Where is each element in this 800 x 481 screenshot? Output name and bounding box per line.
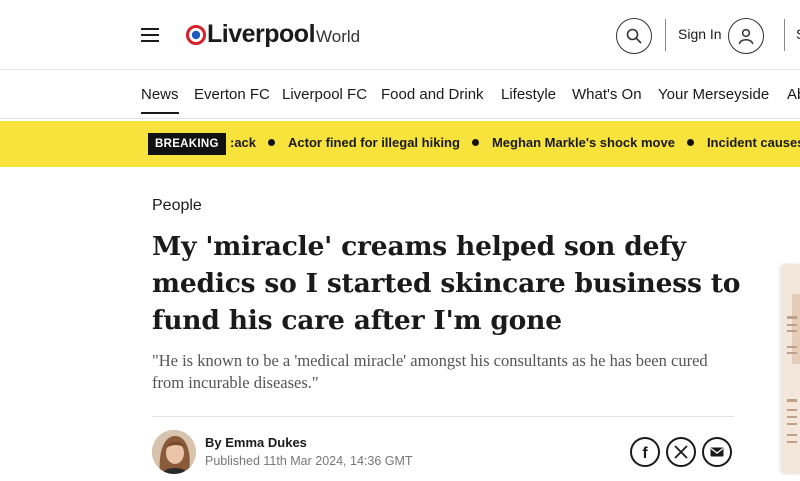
facebook-icon: f: [642, 445, 648, 460]
site-header: Liverpool World Sign In S: [0, 0, 800, 70]
ticker-separator: [268, 139, 276, 146]
account-button[interactable]: [728, 18, 764, 54]
ticker-item[interactable]: Incident causes d: [707, 135, 800, 150]
nav-item-liverpool-fc[interactable]: Liverpool FC: [282, 86, 367, 103]
article-divider: [152, 416, 734, 417]
nav-item-your-merseyside[interactable]: Your Merseyside: [658, 86, 769, 103]
email-icon: [710, 447, 724, 457]
share-x-button[interactable]: [666, 437, 696, 467]
ticker-separator: [471, 139, 479, 146]
ticker-item[interactable]: Meghan Markle's shock move: [492, 135, 675, 150]
byline-prefix: By: [205, 435, 222, 450]
nav-item-whats-on[interactable]: What's On: [572, 86, 642, 103]
ticker-separator: [686, 139, 694, 146]
ad-creative: [781, 264, 800, 474]
search-icon: [626, 28, 642, 44]
share-facebook-button[interactable]: f: [630, 437, 660, 467]
search-button[interactable]: [616, 18, 652, 54]
logo-sub-text: World: [316, 27, 361, 46]
ticker-item[interactable]: :ack: [230, 135, 256, 150]
nav-item-lifestyle[interactable]: Lifestyle: [501, 86, 556, 103]
nav-item-about[interactable]: Ab: [787, 86, 800, 103]
sidebar-ad[interactable]: [781, 264, 800, 474]
author-photo: [152, 430, 196, 474]
logo-mark-icon: [186, 25, 206, 45]
nav-item-food-and-drink[interactable]: Food and Drink: [381, 86, 484, 103]
header-divider: [665, 19, 666, 51]
ticker-item[interactable]: Actor fined for illegal hiking: [288, 135, 460, 150]
breaking-ticker: :ack Actor fined for illegal hiking Megh…: [230, 135, 800, 150]
share-email-button[interactable]: [702, 437, 732, 467]
x-icon: [674, 445, 688, 459]
main-nav: News Everton FC Liverpool FC Food and Dr…: [0, 71, 800, 119]
header-edge-text[interactable]: S: [796, 26, 800, 42]
breaking-label: BREAKING: [148, 133, 226, 155]
site-logo[interactable]: Liverpool World: [186, 20, 360, 52]
nav-item-everton-fc[interactable]: Everton FC: [194, 86, 270, 103]
sign-in-link[interactable]: Sign In: [678, 26, 722, 42]
article-headline: My 'miracle' creams helped son defy medi…: [152, 231, 741, 336]
publish-date: Published 11th Mar 2024, 14:36 GMT: [205, 454, 413, 468]
breaking-news-bar: BREAKING :ack Actor fined for illegal hi…: [0, 121, 800, 167]
article-byline: By Emma Dukes: [205, 435, 307, 450]
author-name[interactable]: Emma Dukes: [225, 435, 307, 450]
logo-main-text: Liverpool: [207, 20, 316, 48]
user-icon: [738, 28, 754, 45]
author-avatar[interactable]: [152, 430, 196, 474]
article-standfirst: "He is known to be a 'medical miracle' a…: [152, 351, 708, 392]
hamburger-icon[interactable]: [141, 28, 159, 42]
article-category[interactable]: People: [152, 197, 202, 215]
header-divider: [784, 19, 785, 51]
svg-text:f: f: [642, 445, 648, 460]
nav-item-news[interactable]: News: [141, 86, 179, 114]
